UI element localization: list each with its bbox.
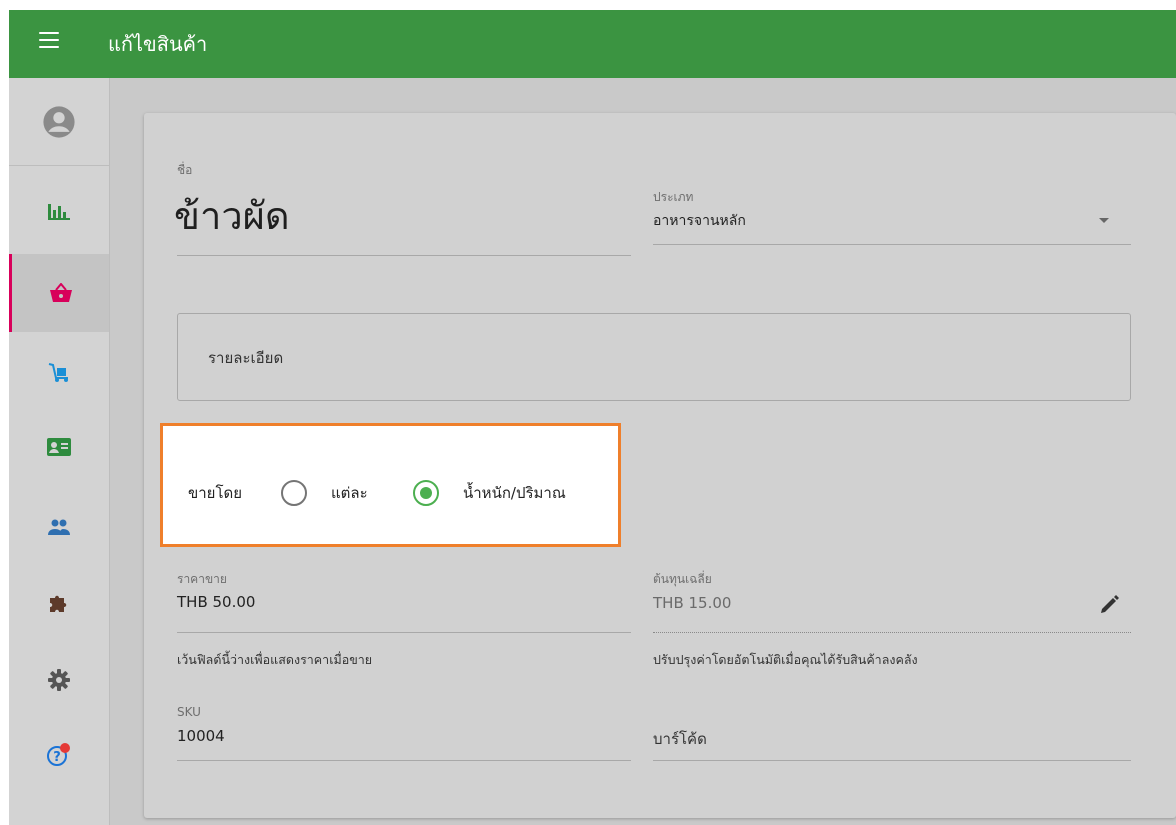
sell-by-group: ขายโดย แต่ละ น้ำหนัก/ปริมาณ xyxy=(160,423,621,547)
cost-value: THB 15.00 xyxy=(653,594,732,612)
description-placeholder: รายละเอียด xyxy=(208,349,284,367)
people-icon xyxy=(47,518,71,536)
chevron-down-icon[interactable] xyxy=(1099,218,1109,223)
name-underline xyxy=(177,255,631,256)
price-underline xyxy=(177,632,631,633)
sku-input[interactable]: 10004 xyxy=(177,727,225,745)
price-hint: เว้นฟิลด์นี้ว่างเพื่อแสดงราคาเมื่อขาย xyxy=(177,652,373,667)
name-input[interactable]: ข้าวผัด xyxy=(174,185,290,246)
category-underline xyxy=(653,244,1131,245)
cost-underline xyxy=(653,632,1131,633)
sidebar-item-reports[interactable] xyxy=(9,172,109,250)
sidebar-item-items[interactable] xyxy=(9,254,109,332)
sidebar-item-customers[interactable] xyxy=(9,488,109,566)
category-label: ประเภท xyxy=(653,190,694,204)
radio-weight-volume[interactable] xyxy=(413,480,439,506)
radio-each-label[interactable]: แต่ละ xyxy=(331,481,368,505)
gear-icon xyxy=(48,669,70,691)
pencil-icon[interactable] xyxy=(1099,593,1121,615)
name-label: ชื่อ xyxy=(177,163,193,177)
cost-label: ต้นทุนเฉลี่ย xyxy=(653,572,712,586)
svg-text:?: ? xyxy=(53,750,61,765)
sidebar-item-settings[interactable] xyxy=(9,641,109,719)
account-circle-icon xyxy=(42,105,76,139)
app-window: แก้ไขสินค้า ? ชื่อ ข้าวผัด ประเภท อาหารจ… xyxy=(9,10,1176,825)
sidebar-item-inventory[interactable] xyxy=(9,334,109,412)
sidebar-item-integrations[interactable] xyxy=(9,564,109,642)
top-app-bar: แก้ไขสินค้า xyxy=(9,10,1176,78)
puzzle-piece-icon xyxy=(48,592,70,614)
account-button[interactable] xyxy=(9,78,109,166)
sku-label: SKU xyxy=(177,705,201,719)
contact-card-icon xyxy=(47,437,71,457)
hamburger-menu-icon[interactable] xyxy=(39,32,59,50)
barcode-underline xyxy=(653,760,1131,761)
hand-truck-icon xyxy=(48,363,70,383)
sidebar: ? xyxy=(9,78,110,825)
radio-weight-volume-label[interactable]: น้ำหนัก/ปริมาณ xyxy=(463,481,566,505)
description-textarea[interactable]: รายละเอียด xyxy=(177,313,1131,401)
shopping-basket-icon xyxy=(49,283,72,303)
bar-chart-icon xyxy=(48,202,70,220)
sidebar-item-help[interactable]: ? xyxy=(9,716,109,794)
cost-hint: ปรับปรุงค่าโดยอัตโนมัติเมื่อคุณได้รับสิน… xyxy=(653,652,918,667)
price-label: ราคาขาย xyxy=(177,572,227,586)
sell-by-label: ขายโดย xyxy=(188,484,243,502)
radio-each[interactable] xyxy=(281,480,307,506)
sidebar-item-employees[interactable] xyxy=(9,408,109,486)
price-input[interactable]: THB 50.00 xyxy=(177,593,255,611)
page-title: แก้ไขสินค้า xyxy=(108,32,208,56)
help-circle-icon: ? xyxy=(46,742,72,768)
category-select[interactable]: อาหารจานหลัก xyxy=(653,210,746,232)
barcode-input[interactable]: บาร์โค้ด xyxy=(653,727,707,751)
radio-selected-dot xyxy=(420,487,432,499)
sku-underline xyxy=(177,760,631,761)
